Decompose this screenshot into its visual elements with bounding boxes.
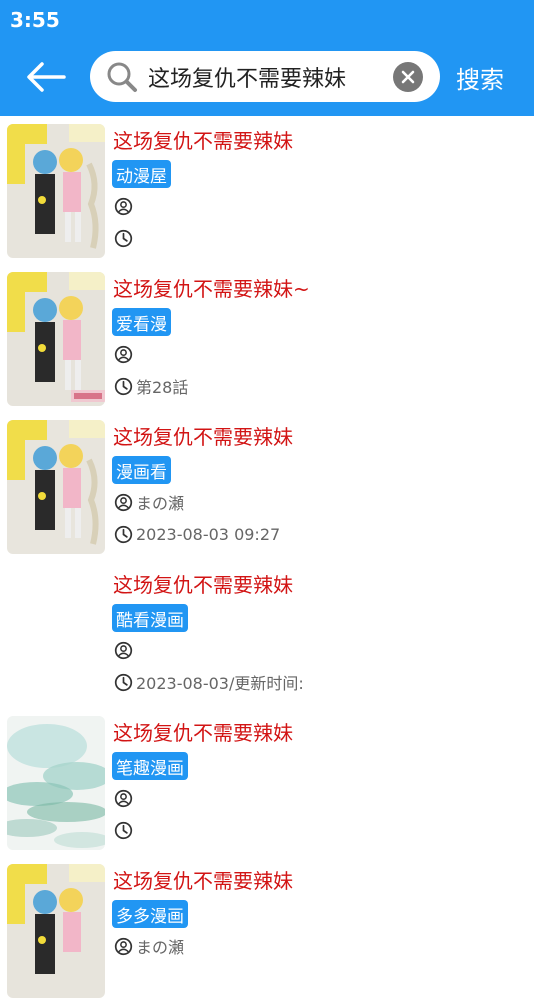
result-item[interactable]: 这场复仇不需要辣妹 漫画看 まの瀬 2023-08-03 09:27 (0, 412, 534, 560)
clear-search-button[interactable] (393, 62, 423, 92)
source-badge: 爱看漫 (112, 308, 171, 336)
person-circle-icon (114, 197, 133, 215)
source-badge: 多多漫画 (112, 900, 188, 928)
result-title: 这场复仇不需要辣妹 (113, 573, 293, 597)
cover-image (7, 420, 105, 554)
cover-image (7, 716, 105, 850)
result-item[interactable]: 这场复仇不需要辣妹 笔趣漫画 (0, 708, 534, 856)
search-box[interactable] (90, 51, 440, 102)
person-circle-icon (114, 937, 133, 955)
result-item[interactable]: 这场复仇不需要辣妹~ 爱看漫 第28話 (0, 264, 534, 412)
person-circle-icon (114, 641, 133, 659)
result-title: 这场复仇不需要辣妹 (113, 869, 293, 893)
clock-icon (114, 821, 133, 839)
source-badge: 动漫屋 (112, 160, 171, 188)
clock-icon (114, 525, 133, 543)
cover-image (7, 124, 105, 258)
back-button[interactable] (24, 58, 68, 96)
cover-image (7, 272, 105, 406)
search-toolbar: 搜索 (0, 38, 534, 116)
clock-icon (114, 377, 133, 395)
author-row (114, 195, 136, 217)
search-icon (107, 62, 137, 92)
result-title: 这场复仇不需要辣妹 (113, 425, 293, 449)
arrow-left-icon (27, 62, 66, 92)
update-text: 2023-08-03/更新时间: (136, 674, 304, 693)
result-title: 这场复仇不需要辣妹~ (113, 277, 310, 301)
source-badge: 笔趣漫画 (112, 752, 188, 780)
source-badge: 酷看漫画 (112, 604, 188, 632)
update-row (114, 819, 136, 841)
author-text: まの瀬 (136, 494, 185, 513)
update-row: 2023-08-03 09:27 (114, 523, 280, 545)
author-row: まの瀬 (114, 491, 184, 513)
update-row: 第28話 (114, 375, 188, 397)
person-circle-icon (114, 789, 133, 807)
update-row: 2023-08-03/更新时间: (114, 671, 304, 693)
author-row (114, 639, 136, 661)
author-row (114, 787, 136, 809)
update-row (114, 227, 136, 249)
source-badge: 漫画看 (112, 456, 171, 484)
search-input[interactable] (148, 59, 388, 95)
result-item[interactable]: 这场复仇不需要辣妹 多多漫画 まの瀬 (0, 856, 534, 1004)
result-item[interactable]: 这场复仇不需要辣妹 动漫屋 (0, 116, 534, 264)
cover-image (7, 864, 105, 998)
clock-icon (114, 229, 133, 247)
clock-icon (114, 673, 133, 691)
result-title: 这场复仇不需要辣妹 (113, 129, 293, 153)
status-bar: 3:55 (0, 0, 534, 38)
result-item[interactable]: 这场复仇不需要辣妹 酷看漫画 2023-08-03/更新时间: (0, 560, 534, 708)
close-icon (401, 70, 415, 84)
search-results-list: 这场复仇不需要辣妹 动漫屋 这场复仇不需要辣妹~ 爱看漫 第28話 这场复仇不需… (0, 116, 534, 1004)
search-button[interactable]: 搜索 (456, 60, 504, 94)
person-circle-icon (114, 345, 133, 363)
update-text: 2023-08-03 09:27 (136, 524, 281, 544)
result-title: 这场复仇不需要辣妹 (113, 721, 293, 745)
author-row (114, 343, 136, 365)
status-time: 3:55 (10, 8, 60, 32)
person-circle-icon (114, 493, 133, 511)
update-text: 第28話 (136, 378, 189, 397)
author-text: まの瀬 (136, 938, 185, 957)
author-row: まの瀬 (114, 935, 184, 957)
